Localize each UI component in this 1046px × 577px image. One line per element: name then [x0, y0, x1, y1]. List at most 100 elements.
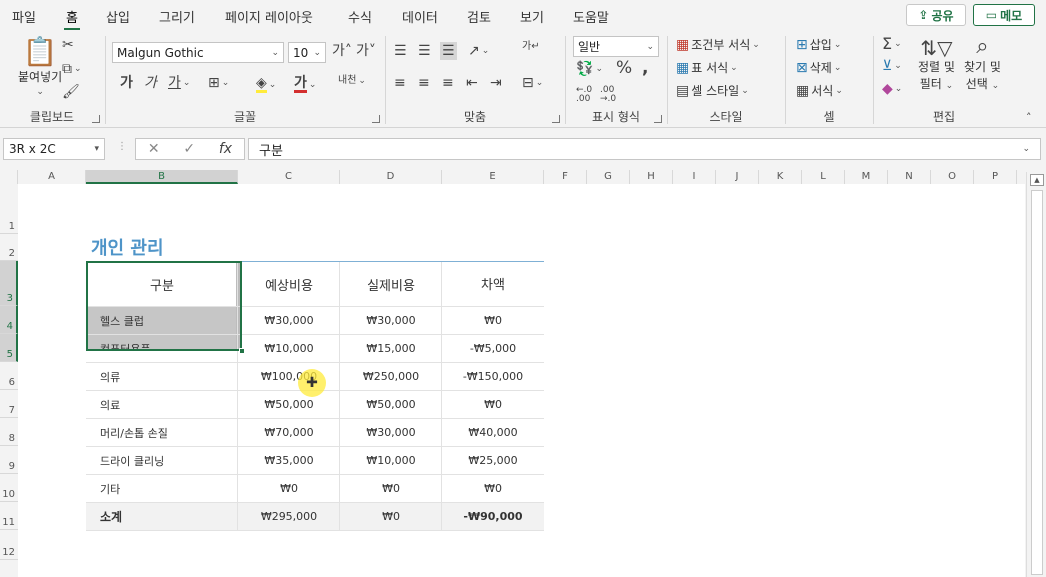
total-label[interactable]: 소계 — [100, 503, 238, 530]
row-header[interactable]: 3 — [0, 261, 18, 306]
column-header[interactable]: D — [340, 170, 442, 184]
align-top-button[interactable]: ☰ — [394, 44, 407, 58]
tab-home[interactable]: 홈 — [64, 7, 80, 31]
table-cell[interactable]: ₩0 — [442, 391, 544, 418]
row-header[interactable]: 9 — [0, 446, 18, 474]
table-cell[interactable]: ₩30,000 — [340, 419, 442, 446]
table-cell[interactable]: ₩70,000 — [238, 419, 340, 446]
formula-input[interactable]: 구분 ⌄ — [248, 138, 1041, 160]
scroll-up-icon[interactable]: ▲ — [1030, 174, 1044, 186]
borders-button[interactable]: ⊞ ⌄ — [208, 76, 229, 90]
sort-filter-button[interactable]: ⇅▽ 정렬 및 필터 ⌄ — [918, 38, 955, 92]
table-cell[interactable]: 머리/손톱 손질 — [100, 419, 238, 446]
cell-styles-button[interactable]: ▤ 셀 스타일 ⌄ — [676, 82, 749, 99]
column-header[interactable]: P — [974, 170, 1017, 184]
column-header[interactable]: O — [931, 170, 974, 184]
number-format-select[interactable]: 일반 ⌄ — [573, 36, 659, 57]
conditional-format-button[interactable]: ▦ 조건부 서식 ⌄ — [676, 36, 760, 53]
tab-help[interactable]: 도움말 — [573, 7, 609, 26]
table-cell[interactable]: 의류 — [100, 363, 238, 390]
align-bottom-button[interactable]: ☰ — [440, 42, 457, 60]
column-header[interactable]: K — [759, 170, 802, 184]
tab-formulas[interactable]: 수식 — [348, 7, 372, 26]
table-cell[interactable]: 기타 — [100, 475, 238, 502]
orientation-button[interactable]: ↗ ⌄ — [468, 44, 489, 58]
table-cell[interactable]: ₩10,000 — [340, 447, 442, 474]
table-cell[interactable]: ₩40,000 — [442, 419, 544, 446]
italic-button[interactable]: 가 — [144, 76, 157, 90]
tab-insert[interactable]: 삽입 — [106, 7, 130, 26]
table-cell[interactable]: ₩35,000 — [238, 447, 340, 474]
clear-button[interactable]: ◆ ⌄ — [882, 82, 902, 96]
column-header[interactable]: H — [630, 170, 673, 184]
row-header[interactable]: 7 — [0, 390, 18, 418]
row-header[interactable]: 2 — [0, 234, 18, 261]
tab-file[interactable]: 파일 — [12, 7, 36, 26]
scroll-thumb[interactable] — [1031, 190, 1043, 575]
column-header[interactable]: I — [673, 170, 716, 184]
number-launcher-icon[interactable] — [654, 115, 662, 123]
cut-button[interactable]: ✂ — [62, 38, 74, 52]
row-header[interactable]: 5 — [0, 334, 18, 362]
increase-indent-button[interactable]: ⇥ — [490, 76, 502, 90]
underline-button[interactable]: 가 ⌄ — [168, 76, 190, 90]
decrease-decimal-button[interactable]: .00 →.0 — [600, 86, 616, 104]
decrease-font-button[interactable]: 가˅ — [356, 44, 376, 58]
format-cells-button[interactable]: ▦ 서식 ⌄ — [796, 82, 843, 99]
collapse-ribbon-button[interactable]: ˄ — [1026, 112, 1032, 123]
align-middle-button[interactable]: ☰ — [418, 44, 431, 58]
table-cell[interactable]: ₩0 — [442, 475, 544, 502]
decrease-indent-button[interactable]: ⇤ — [466, 76, 478, 90]
table-cell[interactable]: ₩250,000 — [340, 363, 442, 390]
column-header[interactable]: A — [18, 170, 86, 184]
row-header[interactable]: 6 — [0, 362, 18, 390]
clipboard-launcher-icon[interactable] — [92, 115, 100, 123]
find-select-button[interactable]: ⌕ 찾기 및 선택 ⌄ — [964, 36, 1001, 92]
table-cell[interactable]: ₩50,000 — [340, 391, 442, 418]
font-name-select[interactable]: Malgun Gothic ⌄ — [112, 42, 284, 63]
table-cell[interactable]: ₩10,000 — [238, 335, 340, 362]
align-center-button[interactable]: ≡ — [418, 76, 430, 90]
table-cell[interactable]: ₩25,000 — [442, 447, 544, 474]
merge-center-button[interactable]: ⊟ ⌄ — [522, 76, 543, 90]
delete-cells-button[interactable]: ⊠ 삭제 ⌄ — [796, 59, 841, 76]
row-header[interactable]: 1 — [0, 184, 18, 234]
table-header-cell[interactable]: 예상비용 — [238, 262, 340, 306]
tab-view[interactable]: 보기 — [520, 7, 544, 26]
font-size-select[interactable]: 10 ⌄ — [288, 42, 326, 63]
name-box[interactable]: 3R x 2C ▾ — [3, 138, 105, 160]
tab-draw[interactable]: 그리기 — [159, 7, 195, 26]
increase-font-button[interactable]: 가˄ — [332, 44, 352, 58]
copy-button[interactable]: ⧉ ⌄ — [62, 62, 82, 76]
align-left-button[interactable]: ≡ — [394, 76, 406, 90]
table-cell[interactable]: ₩0 — [340, 475, 442, 502]
fill-color-button[interactable]: ◈ ⌄ — [256, 76, 276, 93]
alignment-launcher-icon[interactable] — [552, 115, 560, 123]
column-header[interactable]: J — [716, 170, 759, 184]
column-header[interactable]: E — [442, 170, 544, 184]
table-cell[interactable]: ₩30,000 — [238, 307, 340, 334]
phonetic-button[interactable]: 내천 ⌄ — [338, 76, 366, 87]
select-all-corner[interactable] — [0, 170, 18, 184]
row-header[interactable]: 12 — [0, 530, 18, 560]
font-color-button[interactable]: 가 ⌄ — [294, 76, 316, 93]
percent-button[interactable]: % — [616, 60, 632, 77]
format-painter-button[interactable]: 🖌 — [62, 85, 80, 99]
vertical-scrollbar[interactable]: ▲ — [1026, 172, 1046, 577]
column-header[interactable]: F — [544, 170, 587, 184]
table-cell[interactable]: ₩0 — [238, 475, 340, 502]
total-cell[interactable]: ₩295,000 — [238, 503, 340, 530]
comma-button[interactable]: , — [642, 60, 648, 77]
table-cell[interactable]: ₩15,000 — [340, 335, 442, 362]
total-cell[interactable]: -₩90,000 — [442, 503, 544, 530]
align-right-button[interactable]: ≡ — [442, 76, 454, 90]
share-button[interactable]: ⇪ 공유 — [906, 4, 966, 26]
fill-button[interactable]: ⊻ ⌄ — [882, 59, 902, 73]
cancel-icon[interactable]: ✕ — [148, 141, 160, 157]
total-cell[interactable]: ₩0 — [340, 503, 442, 530]
table-header-cell[interactable]: 차액 — [442, 262, 544, 304]
table-cell[interactable]: -₩5,000 — [442, 335, 544, 362]
format-table-button[interactable]: ▦ 표 서식 ⌄ — [676, 59, 738, 76]
row-header[interactable]: 8 — [0, 418, 18, 446]
table-header-cell[interactable]: 실제비용 — [340, 262, 442, 306]
